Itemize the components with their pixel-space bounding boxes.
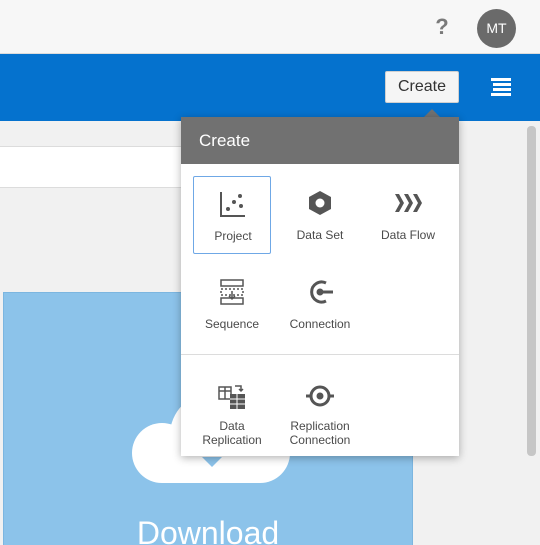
replication-connection-label: Replication Connection: [271, 419, 369, 447]
create-menu-popover: Create Project Data Set Data Flow Sequen…: [181, 117, 459, 456]
create-project-item[interactable]: Project: [193, 176, 271, 254]
sequence-icon: [220, 279, 244, 305]
search-input[interactable]: [0, 146, 187, 188]
create-data-set-item[interactable]: Data Set: [281, 176, 359, 254]
top-header: ? MT: [0, 0, 540, 54]
help-icon[interactable]: ?: [432, 14, 452, 40]
data-replication-label: Data Replication: [183, 419, 281, 447]
card-title: Download: [136, 515, 280, 545]
hamburger-menu-icon[interactable]: [488, 75, 514, 99]
chevrons-right-icon: [395, 194, 422, 212]
data-flow-label: Data Flow: [380, 228, 436, 242]
connection-label: Connection: [289, 317, 351, 331]
connection-icon: [310, 280, 333, 304]
menu-divider: [181, 354, 459, 355]
create-replication-connection-item[interactable]: Replication Connection: [281, 369, 359, 447]
data-replication-label-line2: Replication: [202, 433, 262, 447]
project-label: Project: [214, 229, 252, 243]
project-scatter-icon: [220, 192, 245, 217]
hexagon-icon: [309, 191, 331, 215]
vertical-scrollbar[interactable]: [527, 126, 536, 456]
sequence-label: Sequence: [204, 317, 260, 331]
app-toolbar: [0, 54, 540, 121]
user-avatar[interactable]: MT: [477, 9, 516, 48]
create-connection-item[interactable]: Connection: [281, 265, 359, 343]
create-menu-title: Create: [181, 117, 459, 164]
create-data-replication-item[interactable]: Data Replication: [193, 369, 271, 447]
data-replication-icon: [218, 385, 245, 409]
create-button[interactable]: Create: [385, 71, 459, 103]
create-data-flow-item[interactable]: Data Flow: [369, 176, 447, 254]
create-sequence-item[interactable]: Sequence: [193, 265, 271, 343]
replication-connection-label-line1: Replication: [290, 419, 350, 433]
data-replication-label-line1: Data: [219, 419, 245, 433]
replication-connection-label-line2: Connection: [289, 433, 351, 447]
data-set-label: Data Set: [296, 228, 344, 242]
replication-connection-icon: [306, 385, 334, 407]
